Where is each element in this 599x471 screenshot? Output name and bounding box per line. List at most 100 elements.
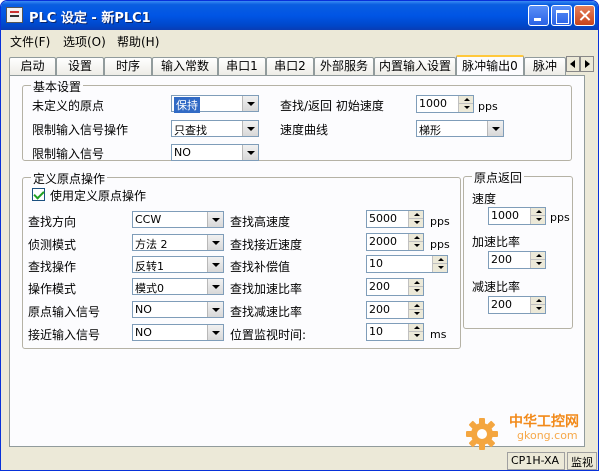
origin-signal-select[interactable]: NO: [132, 301, 224, 318]
decel-ratio-spinner[interactable]: 200: [366, 301, 424, 319]
limit-op-label: 限制输入信号操作: [32, 123, 129, 137]
spin-up-icon[interactable]: [530, 208, 545, 216]
menu-file[interactable]: 文件(F): [10, 33, 50, 50]
return-decel-value: 200: [491, 298, 512, 311]
comp-value-spinner[interactable]: 10: [366, 255, 448, 273]
search-dir-value: CCW: [135, 213, 162, 226]
spin-up-icon[interactable]: [458, 96, 473, 104]
limit-op-value: 只查找: [174, 124, 207, 137]
return-speed-spinner[interactable]: 1000: [488, 207, 546, 225]
undef-origin-value: 保持: [174, 97, 200, 113]
high-speed-spinner[interactable]: 5000: [366, 210, 424, 228]
spin-down-icon[interactable]: [408, 219, 423, 227]
monitor-time-spinner[interactable]: 10: [366, 323, 424, 341]
menu-help[interactable]: 帮助(H): [117, 33, 159, 50]
return-accel-value: 200: [491, 253, 512, 266]
tab-external-service[interactable]: 外部服务: [314, 57, 374, 76]
limit-signal-select[interactable]: NO: [171, 144, 259, 161]
spin-up-icon[interactable]: [530, 252, 545, 260]
spin-down-icon[interactable]: [530, 216, 545, 224]
close-button[interactable]: [574, 5, 595, 26]
init-speed-label: 查找/返回 初始速度: [280, 99, 384, 113]
return-speed-value: 1000: [491, 209, 519, 222]
origin-signal-value: NO: [135, 303, 152, 316]
spin-down-icon[interactable]: [432, 264, 447, 272]
define-origin-legend: 定义原点操作: [31, 170, 108, 187]
init-speed-unit: pps: [478, 100, 498, 113]
basic-settings-legend: 基本设置: [31, 78, 84, 95]
chevron-down-icon[interactable]: [487, 121, 503, 136]
tab-pulse-output-1[interactable]: 脉冲: [524, 57, 566, 76]
tab-settings[interactable]: 设置: [56, 57, 104, 76]
minimize-button[interactable]: [528, 5, 549, 26]
spin-up-icon[interactable]: [408, 324, 423, 332]
accel-ratio-value: 200: [369, 280, 390, 293]
watermark-text: 中华工控网: [509, 414, 579, 430]
maximize-button[interactable]: [551, 5, 572, 26]
spin-up-icon[interactable]: [408, 279, 423, 287]
status-model: CP1H-XA: [507, 452, 565, 470]
spin-up-icon[interactable]: [432, 256, 447, 264]
spin-down-icon[interactable]: [530, 260, 545, 268]
return-decel-spinner[interactable]: 200: [488, 296, 546, 314]
chevron-down-icon[interactable]: [242, 121, 258, 136]
search-dir-label: 查找方向: [28, 215, 77, 229]
chevron-down-icon[interactable]: [207, 212, 223, 227]
spin-down-icon[interactable]: [408, 287, 423, 295]
origin-signal-label: 原点输入信号: [28, 305, 101, 319]
chevron-down-icon[interactable]: [207, 235, 223, 250]
tab-timing[interactable]: 时序: [104, 57, 152, 76]
spin-down-icon[interactable]: [530, 305, 545, 313]
tab-input-constants[interactable]: 输入常数: [152, 57, 218, 76]
detect-mode-select[interactable]: 方法 2: [132, 234, 224, 251]
tab-builtin-input[interactable]: 内置输入设置: [374, 57, 456, 76]
tab-startup[interactable]: 启动: [9, 57, 56, 76]
title-bar[interactable]: PLC 设定 - 新PLC1: [1, 1, 598, 30]
undef-origin-select[interactable]: 保持: [171, 95, 259, 113]
tab-scroll-right-button[interactable]: [580, 56, 594, 72]
spin-down-icon[interactable]: [408, 332, 423, 340]
decel-ratio-label: 查找减速比率: [230, 305, 303, 319]
limit-op-select[interactable]: 只查找: [171, 120, 259, 137]
use-define-origin-label[interactable]: 使用定义原点操作: [50, 187, 146, 204]
watermark-logo: 中华工控网 gkong.com: [465, 409, 595, 451]
accel-ratio-label: 查找加速比率: [230, 282, 303, 296]
limit-signal-value: NO: [174, 146, 191, 159]
accel-ratio-spinner[interactable]: 200: [366, 278, 424, 296]
search-op-select[interactable]: 反转1: [132, 256, 224, 273]
chevron-down-icon[interactable]: [242, 96, 258, 111]
chevron-down-icon[interactable]: [207, 302, 223, 317]
speed-curve-value: 梯形: [419, 124, 441, 137]
near-speed-spinner[interactable]: 2000: [366, 233, 424, 251]
spin-up-icon[interactable]: [408, 302, 423, 310]
chevron-down-icon[interactable]: [207, 279, 223, 294]
spin-down-icon[interactable]: [408, 310, 423, 318]
spin-up-icon[interactable]: [408, 211, 423, 219]
detect-mode-label: 侦测模式: [28, 238, 77, 252]
speed-curve-select[interactable]: 梯形: [416, 120, 504, 137]
spin-up-icon[interactable]: [408, 234, 423, 242]
op-mode-select[interactable]: 模式0: [132, 278, 224, 295]
spin-down-icon[interactable]: [458, 104, 473, 112]
near-signal-select[interactable]: NO: [132, 324, 224, 341]
return-accel-label: 加速比率: [472, 235, 521, 249]
search-dir-select[interactable]: CCW: [132, 211, 224, 228]
return-accel-spinner[interactable]: 200: [488, 251, 546, 269]
menu-options[interactable]: 选项(O): [63, 33, 106, 50]
spin-up-icon[interactable]: [530, 297, 545, 305]
init-speed-spinner[interactable]: 1000: [416, 95, 474, 113]
chevron-down-icon[interactable]: [207, 257, 223, 272]
decel-ratio-value: 200: [369, 303, 390, 316]
chevron-down-icon[interactable]: [207, 325, 223, 340]
app-icon[interactable]: [6, 7, 23, 23]
speed-curve-label: 速度曲线: [280, 123, 329, 137]
spin-down-icon[interactable]: [408, 242, 423, 250]
tab-scroll-buttons: [566, 56, 594, 72]
origin-return-legend: 原点返回: [472, 169, 525, 186]
tab-scroll-left-button[interactable]: [566, 56, 580, 72]
tab-serial-port-2[interactable]: 串口2: [266, 57, 314, 76]
tab-serial-port-1[interactable]: 串口1: [218, 57, 266, 76]
tab-pulse-output-0[interactable]: 脉冲输出0: [456, 55, 524, 76]
chevron-down-icon[interactable]: [242, 145, 258, 160]
use-define-origin-checkbox[interactable]: [32, 188, 45, 201]
